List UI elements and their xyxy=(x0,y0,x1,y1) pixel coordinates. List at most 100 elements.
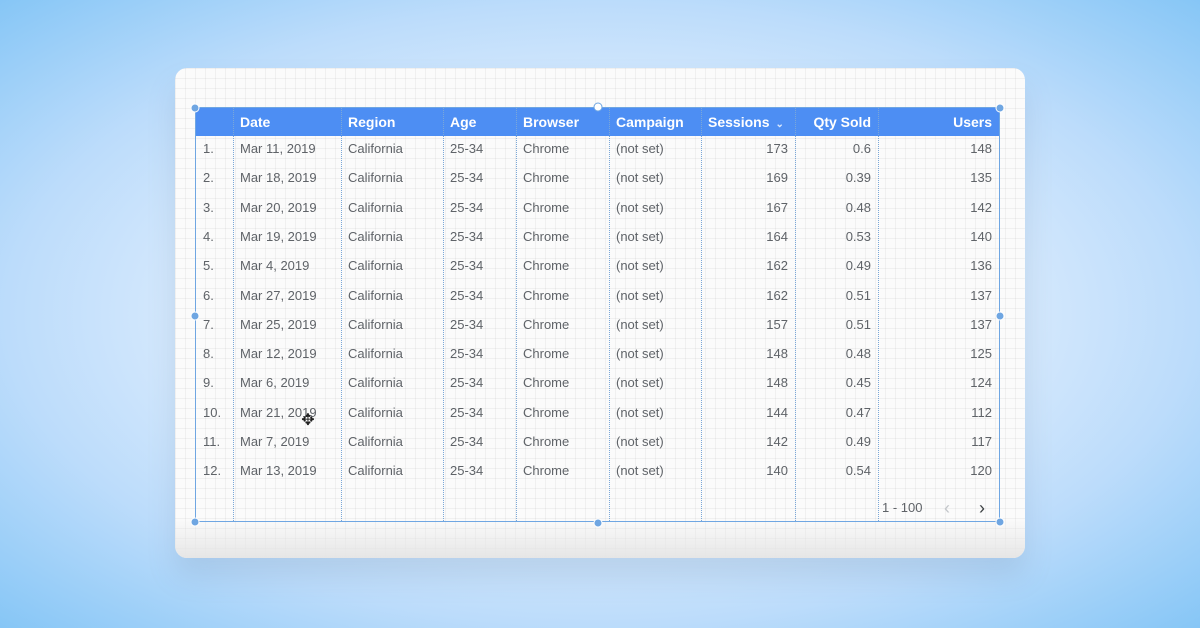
cell-idx: 2. xyxy=(203,170,214,186)
cell-users: 148 xyxy=(970,141,992,156)
cell-age: 25-34 xyxy=(450,170,484,186)
column-divider xyxy=(795,108,796,521)
cell-users: 142 xyxy=(970,199,992,215)
cell-campaign: (not set) xyxy=(616,170,664,186)
cell-campaign: (not set) xyxy=(616,141,664,156)
cell-qty: 0.49 xyxy=(845,258,871,274)
cell-region: California xyxy=(348,463,403,479)
cell-browser: Chrome xyxy=(523,141,570,156)
cell-browser: Chrome xyxy=(523,375,570,391)
resize-handle-top-right[interactable] xyxy=(995,103,1005,113)
cell-date: Mar 6, 2019 xyxy=(240,375,310,391)
cell-campaign: (not set) xyxy=(616,199,664,215)
sort-descending-icon[interactable]: ⌄ xyxy=(775,119,783,130)
cell-idx: 5. xyxy=(203,258,214,274)
cell-campaign: (not set) xyxy=(616,346,664,362)
cell-qty: 0.48 xyxy=(845,346,871,362)
cell-sessions: 162 xyxy=(766,287,788,303)
cell-age: 25-34 xyxy=(450,141,484,156)
cell-age: 25-34 xyxy=(450,375,484,391)
pagination-next-button[interactable]: › xyxy=(972,496,992,520)
cell-idx: 10. xyxy=(203,404,222,420)
cell-qty: 0.39 xyxy=(845,170,871,186)
resize-handle-top-left[interactable] xyxy=(190,103,200,113)
cell-users: 136 xyxy=(970,258,992,274)
cell-idx: 3. xyxy=(203,199,214,215)
column-header-campaign[interactable]: Campaign xyxy=(609,108,701,136)
cell-date: Mar 12, 2019 xyxy=(240,346,317,362)
resize-handle-middle-right[interactable] xyxy=(995,311,1005,321)
column-header-idx xyxy=(196,108,233,136)
cell-idx: 12. xyxy=(203,463,222,479)
cell-region: California xyxy=(348,346,403,362)
cell-sessions: 169 xyxy=(766,170,788,186)
resize-handle-top-center[interactable] xyxy=(593,102,603,112)
chevron-left-icon: ‹ xyxy=(944,498,950,518)
column-header-date[interactable]: Date xyxy=(233,108,341,136)
move-cursor-icon: ✥ xyxy=(301,412,315,429)
cell-campaign: (not set) xyxy=(616,287,664,303)
cell-date: Mar 19, 2019 xyxy=(240,228,317,244)
column-header-qty[interactable]: Qty Sold xyxy=(795,108,878,136)
cell-region: California xyxy=(348,170,403,186)
cell-browser: Chrome xyxy=(523,316,570,332)
cell-date: Mar 13, 2019 xyxy=(240,463,317,479)
cell-qty: 0.6 xyxy=(852,141,871,156)
column-divider xyxy=(609,108,610,521)
cell-qty: 0.53 xyxy=(845,228,871,244)
cell-sessions: 148 xyxy=(766,375,788,391)
cell-date: Mar 20, 2019 xyxy=(240,199,317,215)
cell-qty: 0.45 xyxy=(845,375,871,391)
pagination-prev-button[interactable]: ‹ xyxy=(937,496,957,520)
cell-browser: Chrome xyxy=(523,170,570,186)
cell-age: 25-34 xyxy=(450,287,484,303)
cell-idx: 7. xyxy=(203,316,214,332)
resize-handle-middle-left[interactable] xyxy=(190,311,200,321)
chevron-right-icon: › xyxy=(979,498,985,518)
cell-campaign: (not set) xyxy=(616,316,664,332)
column-header-sessions[interactable]: Sessions ⌄ xyxy=(701,108,795,136)
column-divider xyxy=(701,108,702,521)
cell-date: Mar 11, 2019 xyxy=(240,141,316,156)
column-header-label: Users xyxy=(953,114,992,130)
cell-idx: 11. xyxy=(203,434,221,449)
column-header-users[interactable]: Users xyxy=(878,108,999,136)
resize-handle-bottom-right[interactable] xyxy=(995,517,1005,527)
cell-sessions: 173 xyxy=(766,141,788,156)
cell-age: 25-34 xyxy=(450,346,484,362)
cell-users: 135 xyxy=(970,170,992,186)
column-header-age[interactable]: Age xyxy=(443,108,516,136)
cell-idx: 8. xyxy=(203,346,214,362)
cell-users: 137 xyxy=(970,316,992,332)
cell-qty: 0.54 xyxy=(845,463,871,479)
column-divider xyxy=(233,108,234,521)
cell-campaign: (not set) xyxy=(616,434,664,449)
cell-sessions: 144 xyxy=(766,404,788,420)
column-header-label: Campaign xyxy=(616,114,684,130)
cell-region: California xyxy=(348,316,403,332)
cell-idx: 4. xyxy=(203,228,214,244)
cell-date: Mar 7, 2019 xyxy=(240,434,310,449)
data-table[interactable]: Date Region Age Browser Campaign Sessions ⌄ Qty… xyxy=(196,108,999,521)
column-divider xyxy=(443,108,444,521)
cell-idx: 9. xyxy=(203,375,214,391)
column-header-browser[interactable]: Browser xyxy=(516,108,609,136)
cell-qty: 0.48 xyxy=(845,199,871,215)
cell-age: 25-34 xyxy=(450,463,484,479)
cell-browser: Chrome xyxy=(523,287,570,303)
cell-qty: 0.47 xyxy=(845,404,871,420)
cell-sessions: 142 xyxy=(766,434,788,449)
cell-sessions: 164 xyxy=(766,228,788,244)
pagination-range: 1 - 100 xyxy=(882,500,923,515)
cell-campaign: (not set) xyxy=(616,463,664,479)
column-header-region[interactable]: Region xyxy=(341,108,443,136)
cell-sessions: 148 xyxy=(766,346,788,362)
cell-sessions: 140 xyxy=(766,463,788,479)
cell-browser: Chrome xyxy=(523,228,570,244)
cell-browser: Chrome xyxy=(523,434,570,449)
resize-handle-bottom-center[interactable] xyxy=(593,518,603,528)
cell-users: 112 xyxy=(971,404,992,420)
cell-users: 120 xyxy=(970,463,992,479)
resize-handle-bottom-left[interactable] xyxy=(190,517,200,527)
cell-sessions: 167 xyxy=(766,199,788,215)
